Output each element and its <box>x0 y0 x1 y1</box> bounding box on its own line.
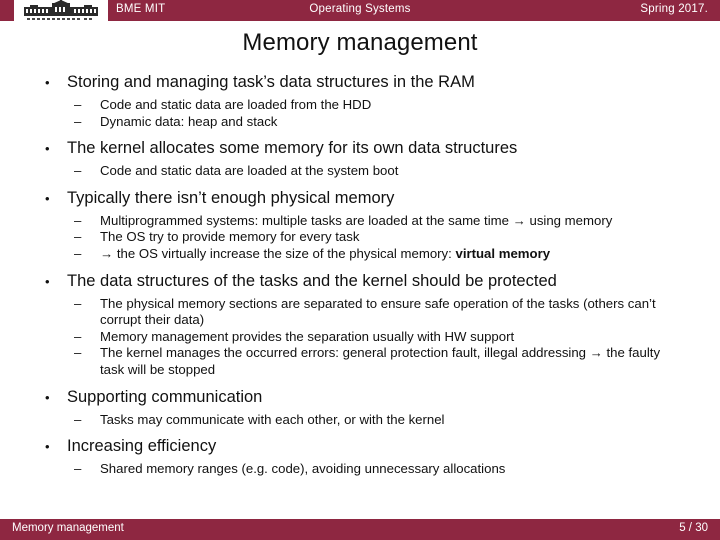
bullet-dot-icon: • <box>45 141 50 157</box>
dash-icon: – <box>74 345 82 361</box>
dash-icon: – <box>74 212 82 228</box>
bullet-level2: – Code and static data are loaded at the… <box>0 163 720 180</box>
dash-icon: – <box>74 113 82 129</box>
dash-icon: – <box>74 461 82 477</box>
bullet-group: • The data structures of the tasks and t… <box>0 269 720 379</box>
bullet-level2: – The kernel manages the occurred errors… <box>0 345 720 378</box>
dash-icon: – <box>74 229 82 245</box>
bullet-level2-text: Memory management provides the separatio… <box>100 328 515 344</box>
bullet-level2-text: Code and static data are loaded from the… <box>100 97 372 112</box>
bullet-level1-text: Increasing efficiency <box>67 437 217 456</box>
bullet-dot-icon: • <box>45 439 50 455</box>
bullet-level2: – Tasks may communicate with each other,… <box>0 412 720 429</box>
bullet-dot-icon: • <box>45 75 50 90</box>
footer-bar: Memory management 5 / 30 <box>0 519 720 540</box>
sub-bullet-list: – The physical memory sections are separ… <box>0 296 720 379</box>
bullet-group: • Supporting communication – Tasks may c… <box>0 385 720 429</box>
bullet-dot-icon: • <box>45 190 50 206</box>
bullet-level2-text: Dynamic data: heap and stack <box>100 113 278 129</box>
bullet-level2-text: Shared memory ranges (e.g. code), avoidi… <box>100 461 506 477</box>
footer-page-number: 5 / 30 <box>679 522 708 534</box>
bullet-level1: • The data structures of the tasks and t… <box>0 269 720 294</box>
bullet-level1-text: Supporting communication <box>67 387 263 406</box>
bullet-level2-text: Multiprogrammed systems: multiple tasks … <box>100 212 613 228</box>
bullet-level2-text: The OS try to provide memory for every t… <box>100 229 360 245</box>
bullet-level2: – Multiprogrammed systems: multiple task… <box>0 213 720 230</box>
bullet-level1: • Storing and managing task’s data struc… <box>0 70 720 95</box>
sub-bullet-list: – Tasks may communicate with each other,… <box>0 412 720 429</box>
slide-title: Memory management <box>242 29 478 56</box>
bullet-level2-text: Tasks may communicate with each other, o… <box>100 411 445 427</box>
bullet-level2-text: → the OS virtually increase the size of … <box>100 245 456 261</box>
dash-icon: – <box>74 97 82 112</box>
bullet-level1-text: The data structures of the tasks and the… <box>67 271 557 290</box>
dash-icon: – <box>74 328 82 344</box>
sub-bullet-list: – Shared memory ranges (e.g. code), avoi… <box>0 461 720 478</box>
bullet-level1: • Increasing efficiency <box>0 434 720 459</box>
bullet-level2: – The OS try to provide memory for every… <box>0 229 720 246</box>
bullet-level2-emphasis: virtual memory <box>455 245 551 261</box>
sub-bullet-list: – Code and static data are loaded at the… <box>0 163 720 180</box>
header-bar: BME MIT Operating Systems Spring 2017. <box>0 0 720 21</box>
bullet-level2: – Memory management provides the separat… <box>0 329 720 346</box>
sub-bullet-list: – Code and static data are loaded from t… <box>0 97 720 130</box>
bullet-level2: – → the OS virtually increase the size o… <box>0 246 720 263</box>
bullet-level1: • Typically there isn’t enough physical … <box>0 186 720 211</box>
bullet-level1-text: Storing and managing task’s data structu… <box>67 73 475 91</box>
dash-icon: – <box>74 411 82 427</box>
bullet-group: • Increasing efficiency – Shared memory … <box>0 434 720 478</box>
bullet-dot-icon: • <box>45 389 50 405</box>
bullet-group: • The kernel allocates some memory for i… <box>0 136 720 180</box>
bullet-level1-text: Typically there isn’t enough physical me… <box>67 188 395 207</box>
slide-content: • Storing and managing task’s data struc… <box>0 70 720 478</box>
bullet-level2-text: The physical memory sections are separat… <box>100 295 656 328</box>
bullet-level2: – Dynamic data: heap and stack <box>0 114 720 131</box>
header-course-title: Operating Systems <box>309 3 411 15</box>
bullet-level1: • The kernel allocates some memory for i… <box>0 136 720 161</box>
dash-icon: – <box>74 163 82 179</box>
bullet-level1-text: The kernel allocates some memory for its… <box>67 139 518 158</box>
bullet-level2: – The physical memory sections are separ… <box>0 296 720 329</box>
bullet-level2: – Shared memory ranges (e.g. code), avoi… <box>0 461 720 478</box>
footer-slide-topic: Memory management <box>12 522 124 534</box>
bullet-level2-text: Code and static data are loaded at the s… <box>100 163 399 179</box>
bullet-group: • Storing and managing task’s data struc… <box>0 70 720 130</box>
sub-bullet-list: – Multiprogrammed systems: multiple task… <box>0 213 720 263</box>
bullet-level2-text: The kernel manages the occurred errors: … <box>100 345 661 377</box>
header-semester: Spring 2017. <box>640 3 708 15</box>
bullet-group: • Typically there isn’t enough physical … <box>0 186 720 263</box>
bullet-dot-icon: • <box>45 273 50 289</box>
dash-icon: – <box>74 295 82 311</box>
bullet-level1: • Supporting communication <box>0 385 720 410</box>
dash-icon: – <box>74 245 82 261</box>
bullet-level2: – Code and static data are loaded from t… <box>0 97 720 114</box>
